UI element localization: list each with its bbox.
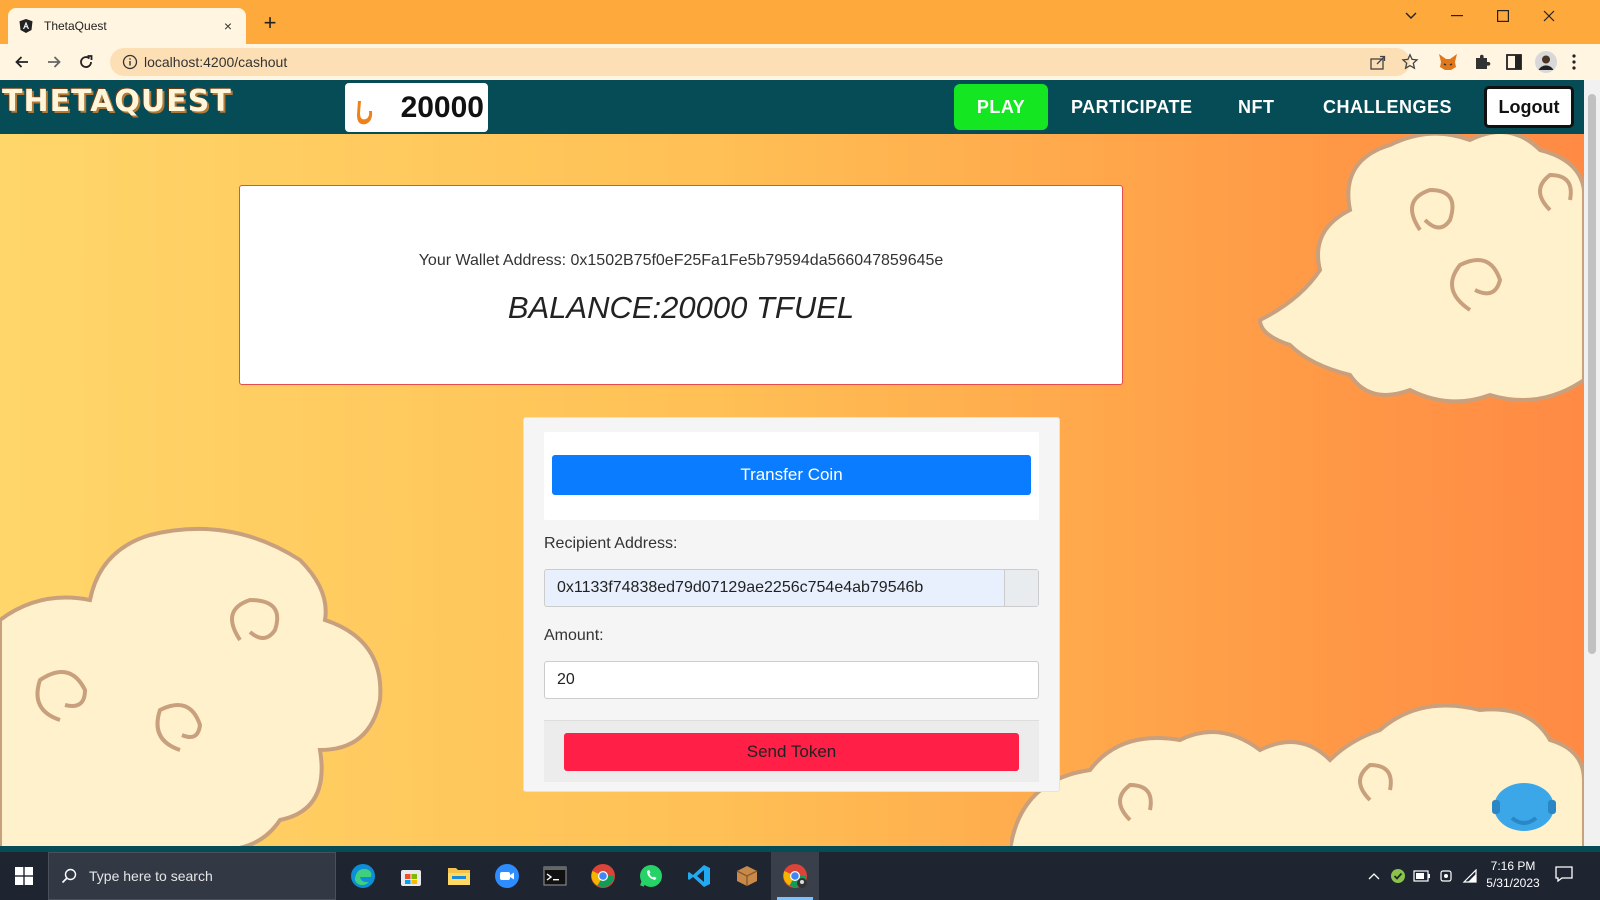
wallet-balance-text: BALANCE:20000 TFUEL [507, 290, 855, 325]
chrome-icon[interactable] [579, 852, 627, 900]
minimize-icon[interactable] [1434, 0, 1480, 32]
logout-button[interactable]: Logout [1484, 86, 1574, 128]
send-token-button[interactable]: Send Token [564, 733, 1019, 771]
recipient-address-value: 0x1133f74838ed79d07129ae2256c754e4ab7954… [557, 579, 924, 596]
chatbot-icon[interactable] [1492, 780, 1556, 834]
wifi-icon[interactable] [1460, 866, 1480, 886]
file-explorer-icon[interactable] [435, 852, 483, 900]
taskbar-clock[interactable]: 7:16 PM 5/31/2023 [1478, 858, 1548, 892]
windows-start-icon[interactable] [0, 852, 48, 900]
scrollbar-thumb[interactable] [1588, 94, 1596, 654]
side-panel-icon[interactable] [1504, 52, 1524, 72]
extensions-puzzle-icon[interactable] [1472, 52, 1492, 72]
terminal-icon[interactable] [531, 852, 579, 900]
profile-avatar[interactable] [1535, 51, 1557, 73]
bookmark-star-icon[interactable] [1400, 52, 1420, 72]
edge-icon[interactable] [339, 852, 387, 900]
camera-icon[interactable] [1436, 866, 1456, 886]
browser-tab-strip: ThetaQuest × + [0, 0, 1600, 44]
forward-arrow-icon[interactable] [41, 49, 67, 75]
tray-app-status-icon[interactable] [1388, 866, 1408, 886]
cloud-decoration-icon [1257, 130, 1584, 404]
search-placeholder: Type here to search [89, 868, 213, 884]
amount-value: 20 [557, 671, 575, 688]
clock-time: 7:16 PM [1490, 859, 1536, 873]
nav-challenges-link[interactable]: CHALLENGES [1323, 84, 1452, 130]
share-icon[interactable] [1368, 52, 1388, 72]
wallet-address-text: Your Wallet Address: 0x1502B75f0eF25Fa1F… [418, 252, 944, 269]
windows-taskbar: Type here to search 7:16 PM 5/31/2023 [0, 852, 1600, 900]
maximize-icon[interactable] [1480, 0, 1526, 32]
nav-participate-link[interactable]: PARTICIPATE [1071, 84, 1193, 130]
site-navbar: THETAQUEST 20000 PLAY PARTICIPATE NFT CH… [0, 80, 1584, 134]
search-icon [49, 868, 89, 884]
recipient-address-label: Recipient Address: [544, 535, 678, 552]
cloud-decoration-icon [0, 526, 383, 846]
recipient-input-addon[interactable] [1004, 570, 1038, 606]
close-window-icon[interactable] [1526, 0, 1572, 32]
url-text: localhost:4200/cashout [144, 54, 288, 70]
coin-balance-value: 20000 [400, 91, 484, 124]
amount-input[interactable]: 20 [544, 661, 1039, 699]
package-icon[interactable] [723, 852, 771, 900]
whatsapp-icon[interactable] [627, 852, 675, 900]
back-arrow-icon[interactable] [9, 49, 35, 75]
recipient-address-input[interactable]: 0x1133f74838ed79d07129ae2256c754e4ab7954… [544, 569, 1039, 607]
page-scrollbar[interactable] [1584, 80, 1600, 846]
site-logo[interactable]: THETAQUEST [2, 84, 232, 119]
vscode-icon[interactable] [675, 852, 723, 900]
transfer-form-footer: Send Token [544, 720, 1039, 782]
zoom-icon[interactable] [483, 852, 531, 900]
address-bar[interactable]: localhost:4200/cashout [110, 48, 1410, 76]
clock-date: 5/31/2023 [1486, 876, 1540, 890]
nav-play-button[interactable]: PLAY [954, 84, 1048, 130]
browser-tab-thetaquest[interactable]: ThetaQuest × [8, 8, 246, 44]
browser-menu-icon[interactable] [1568, 52, 1580, 72]
metamask-fox-icon[interactable] [1438, 52, 1458, 72]
wallet-info-card: Your Wallet Address: 0x1502B75f0eF25Fa1F… [239, 185, 1123, 385]
angular-favicon-icon [18, 18, 34, 34]
transfer-form-header: Transfer Coin [544, 432, 1039, 520]
tab-search-icon[interactable] [1388, 0, 1434, 32]
taskbar-search-box[interactable]: Type here to search [48, 852, 336, 900]
transfer-coin-button[interactable]: Transfer Coin [552, 455, 1031, 495]
notification-center-icon[interactable] [1554, 864, 1578, 888]
battery-icon[interactable] [1412, 866, 1432, 886]
store-icon[interactable] [387, 852, 435, 900]
amount-label: Amount: [544, 627, 604, 644]
site-info-icon[interactable] [116, 54, 144, 70]
browser-toolbar: localhost:4200/cashout [0, 44, 1600, 80]
new-tab-button[interactable]: + [258, 12, 282, 36]
coin-balance-badge: 20000 [345, 83, 488, 132]
transfer-form-card: Transfer Coin Recipient Address: 0x1133f… [523, 417, 1060, 792]
tab-close-icon[interactable]: × [220, 18, 236, 34]
tab-title: ThetaQuest [44, 19, 107, 33]
nav-nft-link[interactable]: NFT [1238, 84, 1275, 130]
reload-icon[interactable] [73, 49, 99, 75]
tfuel-coin-icon [357, 101, 373, 125]
cashout-page: THETAQUEST 20000 PLAY PARTICIPATE NFT CH… [0, 80, 1584, 846]
chrome-profile-icon[interactable] [771, 852, 819, 900]
tray-chevron-up-icon[interactable] [1364, 866, 1384, 886]
